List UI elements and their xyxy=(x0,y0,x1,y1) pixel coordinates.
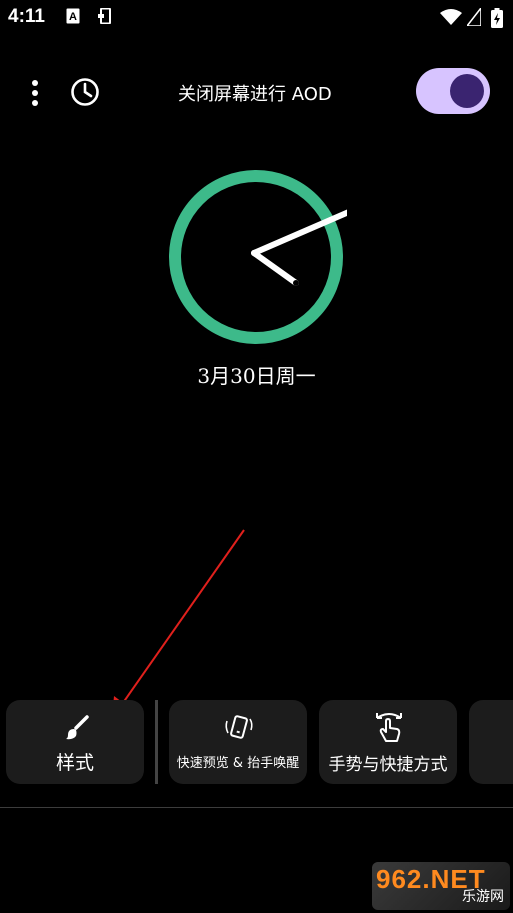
phone-wave-icon xyxy=(225,715,253,739)
wifi-icon xyxy=(440,9,462,25)
aod-title: 关闭屏幕进行 AOD xyxy=(178,84,332,105)
quick-preview-card-label: 快速预览 & 抬手唤醒 xyxy=(176,756,300,771)
brush-icon xyxy=(66,715,89,740)
text-a-notification-icon: A xyxy=(66,8,80,24)
site-watermark-logo: 962.NET 乐游网 xyxy=(372,862,510,910)
date-label: 3月30日周一 xyxy=(197,364,316,388)
clock-hand-tip xyxy=(293,280,299,286)
gestures-card[interactable]: 手势与快捷方式 xyxy=(319,700,457,784)
bottom-divider xyxy=(0,807,513,808)
watermark-sub-text: 乐游网 xyxy=(462,889,504,905)
style-card[interactable]: 样式 xyxy=(6,700,144,784)
sim-notification-icon xyxy=(98,8,111,24)
more-options-icon[interactable] xyxy=(30,80,40,106)
svg-text:A: A xyxy=(69,11,77,23)
battery-charging-icon xyxy=(491,8,503,28)
gestures-card-label: 手势与快捷方式 xyxy=(328,755,448,775)
annotation-arrow xyxy=(112,529,245,718)
clock-hour-hand xyxy=(251,250,299,286)
schedule-clock-icon[interactable] xyxy=(70,77,100,107)
toggle-knob xyxy=(450,74,484,108)
signal-icon xyxy=(467,8,481,26)
quick-preview-card[interactable]: 快速预览 & 抬手唤醒 xyxy=(169,700,307,784)
card-divider xyxy=(155,700,158,784)
style-card-label: 样式 xyxy=(55,752,94,774)
partial-next-card[interactable] xyxy=(469,700,513,784)
analog-clock xyxy=(169,170,347,344)
tap-gesture-icon xyxy=(376,713,402,742)
aod-toggle[interactable] xyxy=(416,68,490,114)
status-time: 4:11 xyxy=(8,6,45,27)
